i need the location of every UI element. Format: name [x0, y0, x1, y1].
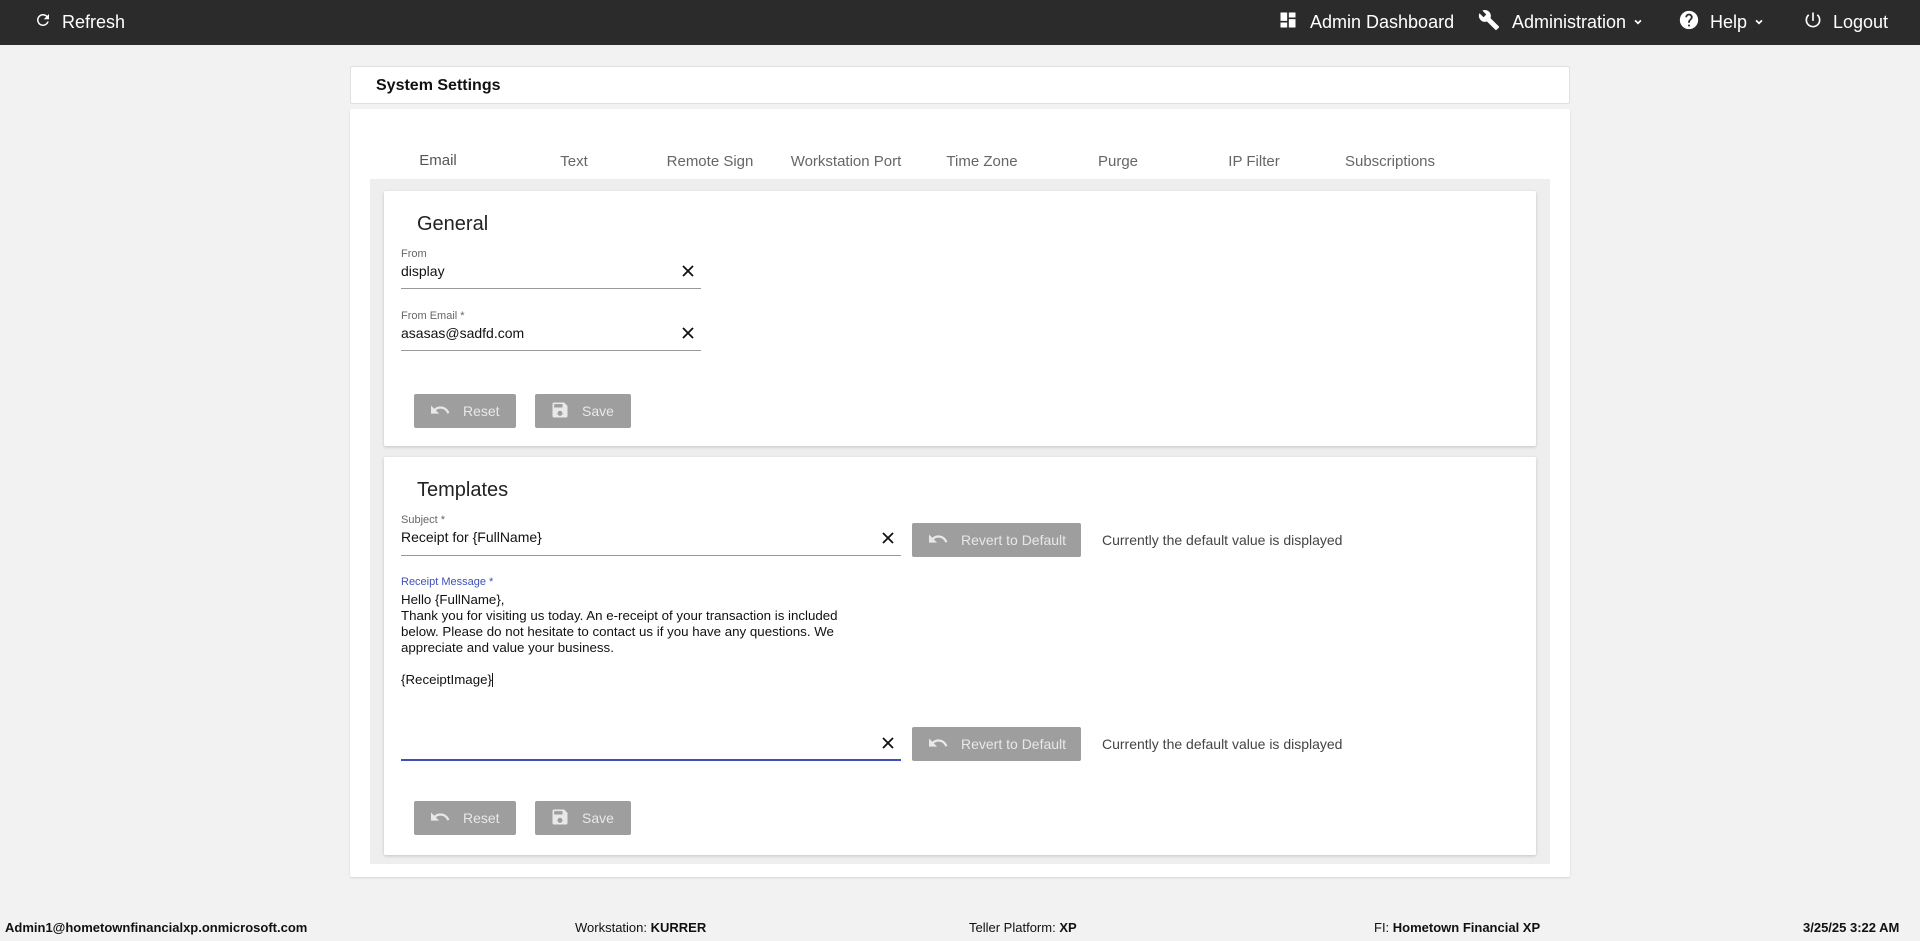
subject-input[interactable]: Receipt for {FullName}: [401, 529, 542, 545]
email-tab-panel: General From display From Email * asasas…: [370, 179, 1550, 864]
top-navigation-bar: Refresh Admin Dashboard Administration H…: [0, 0, 1920, 45]
from-email-underline: [401, 350, 701, 351]
close-icon[interactable]: [881, 531, 895, 545]
refresh-icon: [34, 11, 52, 34]
default-value-note: Currently the default value is displayed: [1102, 736, 1343, 752]
undo-icon: [414, 401, 463, 422]
templates-section: Templates Subject * Receipt for {FullNam…: [384, 457, 1536, 855]
settings-card: Email Text Remote Sign Workstation Port …: [350, 109, 1570, 877]
general-section-title: General: [417, 213, 489, 235]
save-button[interactable]: Save: [535, 394, 631, 428]
status-user: Admin1@hometownfinancialxp.onmicrosoft.c…: [5, 920, 308, 935]
logout-label: Logout: [1833, 12, 1889, 32]
save-label: Save: [582, 403, 614, 419]
save-icon: [535, 807, 582, 830]
revert-label: Revert to Default: [961, 532, 1067, 548]
help-label: Help: [1710, 12, 1748, 32]
undo-icon: [912, 530, 961, 551]
undo-icon: [912, 734, 961, 755]
revert-to-default-button[interactable]: Revert to Default: [912, 523, 1081, 557]
from-email-label: From Email *: [401, 310, 465, 322]
status-fi: FI: Hometown Financial XP: [1374, 920, 1541, 935]
save-label: Save: [582, 810, 614, 826]
undo-icon: [414, 808, 463, 829]
chevron-down-icon: [1632, 12, 1644, 33]
close-icon[interactable]: [681, 264, 695, 278]
help-menu[interactable]: Help: [1678, 0, 1765, 45]
close-icon[interactable]: [681, 326, 695, 340]
page-title-card: System Settings: [350, 66, 1570, 104]
administration-label: Administration: [1512, 12, 1627, 32]
revert-label: Revert to Default: [961, 736, 1067, 752]
status-datetime: 3/25/25 3:22 AM: [1803, 920, 1900, 935]
receipt-message-textarea[interactable]: Hello {FullName}, Thank you for visiting …: [401, 592, 838, 688]
dashboard-icon: [1278, 10, 1298, 35]
status-workstation: Workstation: KURRER: [575, 920, 707, 935]
receipt-message-label: Receipt Message *: [401, 576, 494, 588]
subject-underline: [401, 555, 901, 556]
admin-dashboard-label: Admin Dashboard: [1310, 12, 1455, 32]
logout-button[interactable]: Logout: [1803, 0, 1888, 45]
power-icon: [1803, 10, 1823, 35]
from-input[interactable]: display: [401, 263, 445, 279]
default-value-note: Currently the default value is displayed: [1102, 532, 1343, 548]
from-label: From: [401, 248, 427, 260]
reset-label: Reset: [463, 403, 500, 419]
save-icon: [535, 400, 582, 423]
help-circle-icon: [1678, 9, 1700, 36]
refresh-button[interactable]: Refresh: [34, 0, 125, 45]
general-section: General From display From Email * asasas…: [384, 191, 1536, 446]
reset-button[interactable]: Reset: [414, 394, 516, 428]
from-field[interactable]: From display: [401, 248, 701, 290]
status-bar: Admin1@hometownfinancialxp.onmicrosoft.c…: [0, 913, 1920, 941]
refresh-label: Refresh: [62, 12, 126, 32]
save-button[interactable]: Save: [535, 801, 631, 835]
status-platform: Teller Platform: XP: [969, 920, 1077, 935]
templates-section-title: Templates: [417, 479, 509, 501]
receipt-message-underline: [401, 759, 901, 761]
from-email-field[interactable]: From Email * asasas@sadfd.com: [401, 310, 701, 352]
wrench-icon: [1478, 9, 1500, 36]
receipt-message-field[interactable]: Receipt Message * Hello {FullName}, Thank…: [401, 576, 901, 761]
from-underline: [401, 288, 701, 289]
administration-menu[interactable]: Administration: [1478, 0, 1644, 45]
subject-field[interactable]: Subject * Receipt for {FullName}: [401, 514, 901, 556]
reset-label: Reset: [463, 810, 500, 826]
subject-label: Subject *: [401, 514, 446, 526]
chevron-down-icon: [1753, 12, 1765, 33]
page-title: System Settings: [376, 77, 501, 94]
revert-to-default-button[interactable]: Revert to Default: [912, 727, 1081, 761]
from-email-input[interactable]: asasas@sadfd.com: [401, 325, 524, 341]
admin-dashboard-link[interactable]: Admin Dashboard: [1278, 0, 1454, 45]
reset-button[interactable]: Reset: [414, 801, 516, 835]
text-cursor: [491, 673, 493, 688]
close-icon[interactable]: [881, 736, 895, 750]
